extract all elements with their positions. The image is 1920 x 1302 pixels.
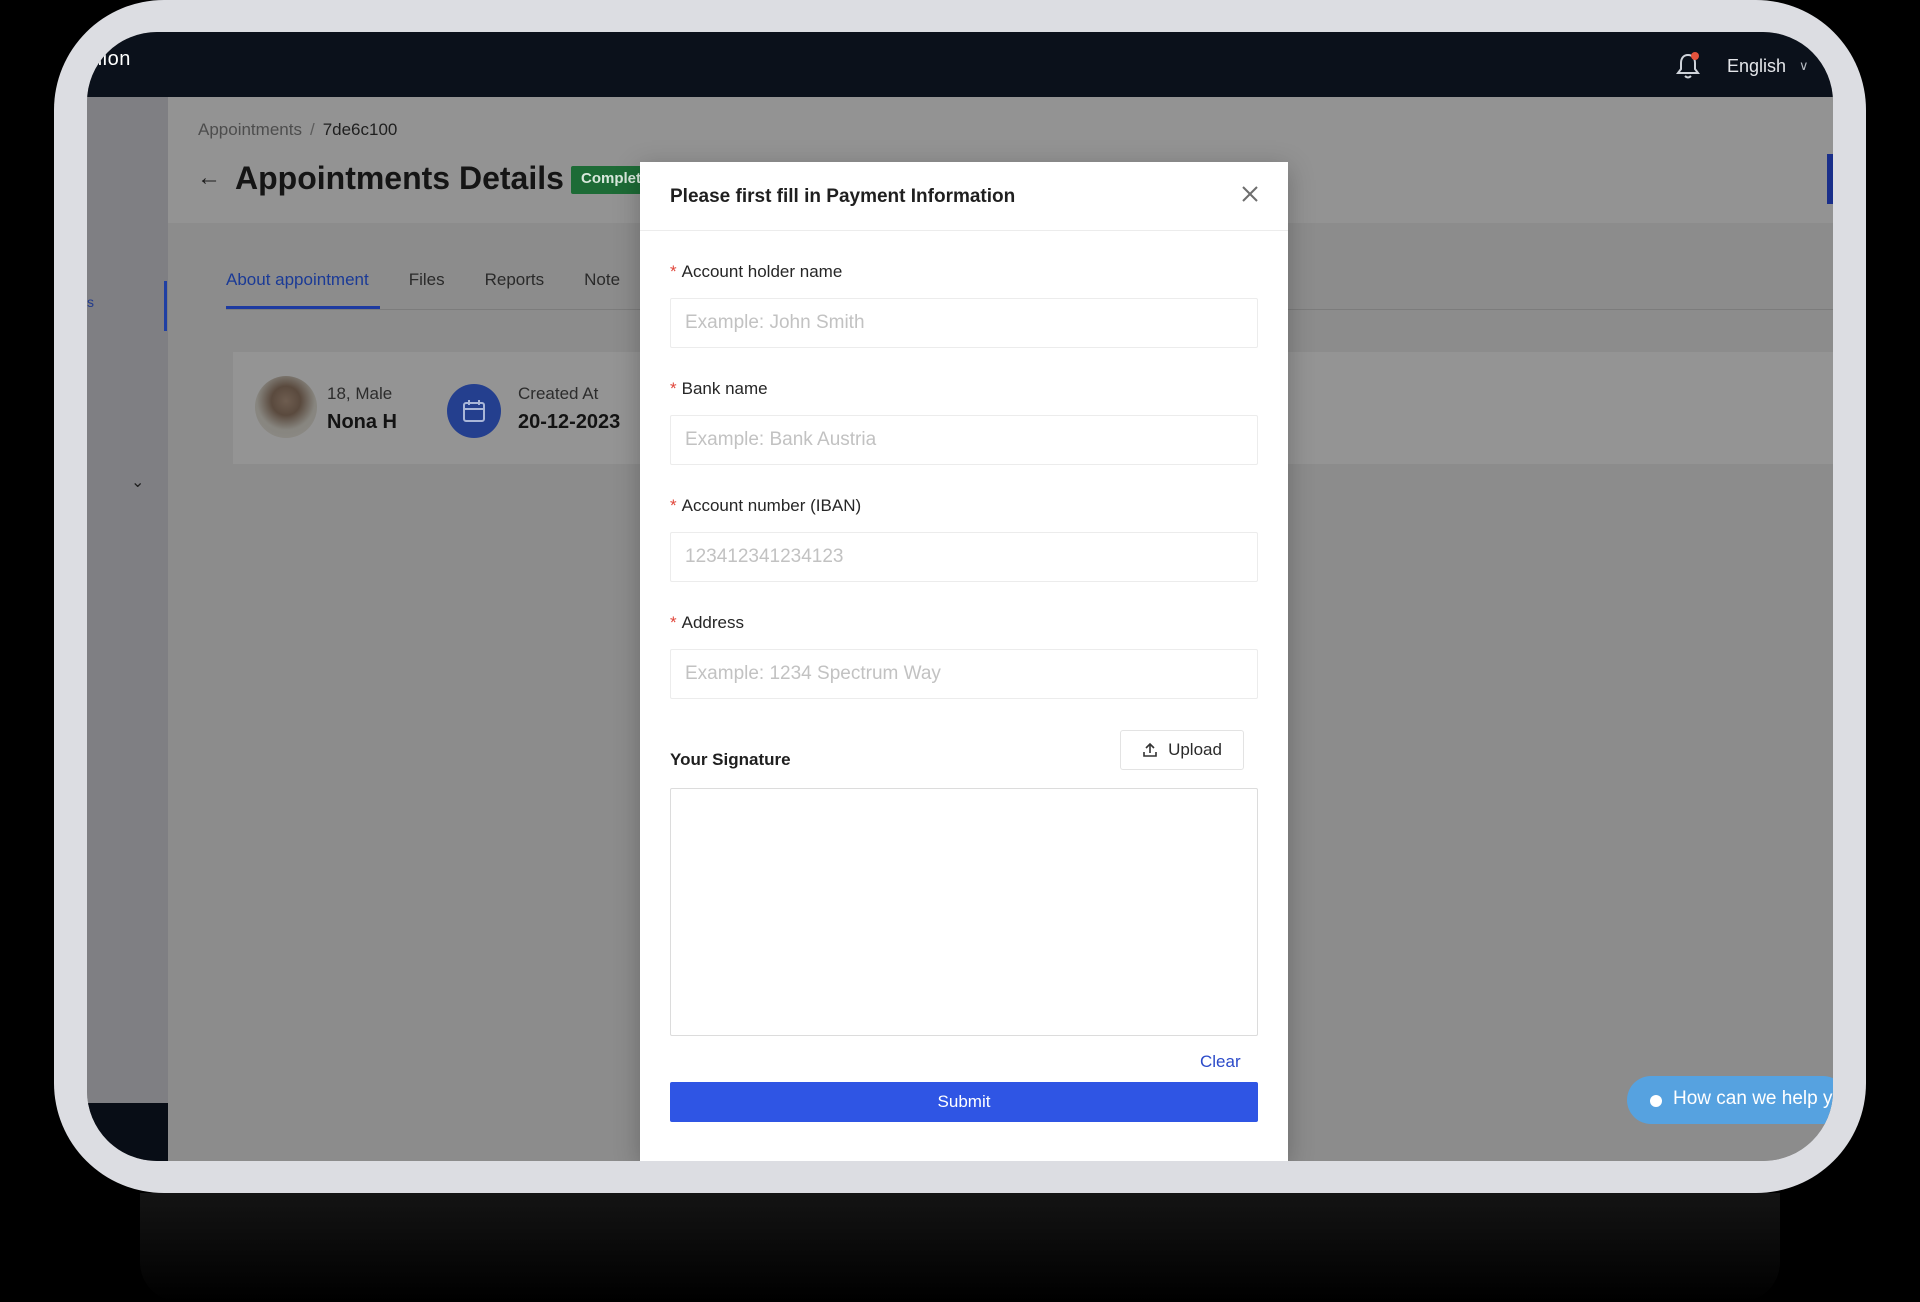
bank-name-input[interactable] [670,415,1258,465]
required-mark: * [670,379,677,398]
top-bar: nion English ∨ [87,32,1833,97]
chat-status-dot [1650,1095,1662,1107]
help-chat-label[interactable]: How can we help y [1673,1088,1832,1110]
back-arrow-icon[interactable]: ← [197,164,221,192]
account-holder-input[interactable] [670,298,1258,348]
address-label: * Address [670,613,744,632]
breadcrumb-current: 7de6c100 [322,120,398,139]
submit-button[interactable]: Submit [670,1082,1258,1122]
sidebar-item-active-label[interactable]: s [87,294,94,310]
signature-label: Your Signature [670,750,791,769]
required-mark: * [670,496,677,515]
page-title: Appointments Details [235,160,564,196]
iban-input[interactable] [670,532,1258,582]
account-holder-label: * Account holder name [670,262,843,281]
avatar [255,376,317,438]
brand-logo: nion [91,48,131,70]
sidebar-active-indicator [164,281,167,331]
tab-bar: About appointment Files Reports Note [226,270,660,290]
calendar-icon [463,400,485,422]
patient-age-gender: 18, Male [327,384,393,403]
required-mark: * [670,613,677,632]
bank-name-label: * Bank name [670,379,768,398]
sidebar-footer [87,1103,168,1161]
close-icon[interactable] [1240,184,1260,204]
sidebar-expand-chevron-icon[interactable]: ⌄ [131,472,144,492]
signature-pad[interactable] [670,788,1258,1036]
upload-icon [1143,742,1157,757]
upload-signature-button[interactable]: Upload [1120,730,1244,770]
address-input[interactable] [670,649,1258,699]
created-at-label: Created At [518,384,599,403]
required-mark: * [670,262,677,281]
iban-label: * Account number (IBAN) [670,496,862,515]
payment-info-modal: Please first fill in Payment Information… [640,162,1288,1161]
clear-signature-link[interactable]: Clear [1200,1052,1241,1072]
sidebar [87,97,168,1161]
breadcrumb-parent[interactable]: Appointments [198,120,302,139]
created-at-value: 20-12-2023 [518,411,621,433]
tab-reports[interactable]: Reports [485,270,545,290]
device-screen: nion English ∨ s ⌄ Appointments / 7de6c100… [87,32,1833,1161]
tab-files[interactable]: Files [409,270,445,290]
tab-notes[interactable]: Note [584,270,620,290]
modal-header-divider [640,230,1288,231]
notification-dot [1691,52,1699,60]
language-selector[interactable]: English [1727,56,1786,77]
breadcrumb-separator: / [309,120,315,139]
patient-name: Nona H [327,411,397,433]
breadcrumb: Appointments / 7de6c100 [198,120,397,140]
chevron-down-icon[interactable]: ∨ [1799,58,1809,74]
header-action-button[interactable] [1827,154,1833,204]
tab-about-appointment[interactable]: About appointment [226,270,369,290]
device-shadow [140,1193,1780,1302]
modal-title: Please first fill in Payment Information [670,186,1016,207]
status-badge: Complet [571,166,651,194]
upload-label: Upload [1168,740,1222,759]
